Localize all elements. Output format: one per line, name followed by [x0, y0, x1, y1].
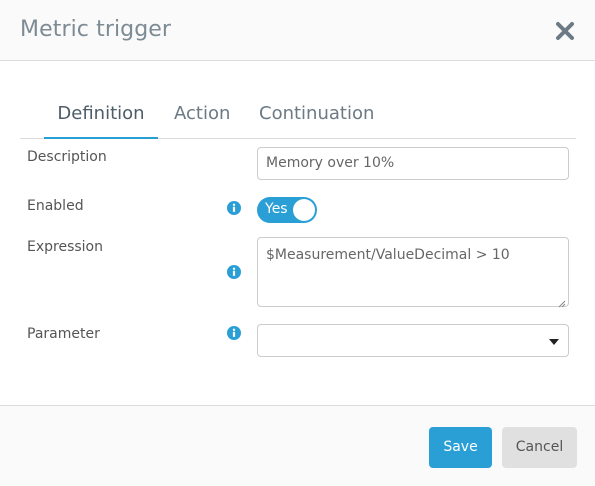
dialog-header: Metric trigger [0, 0, 595, 61]
dialog-title: Metric trigger [20, 17, 172, 42]
save-button[interactable]: Save [429, 427, 492, 468]
dialog-footer: Save Cancel [0, 405, 595, 486]
tab-action[interactable]: Action [174, 93, 230, 139]
tab-bar: Definition Action Continuation [20, 93, 576, 139]
enabled-label: Enabled [27, 198, 84, 214]
expression-value: $Measurement/ValueDecimal > 10 [266, 247, 510, 263]
enabled-toggle[interactable]: Yes [257, 197, 317, 223]
description-label: Description [27, 149, 107, 165]
info-icon[interactable] [227, 265, 241, 279]
expression-textarea[interactable]: $Measurement/ValueDecimal > 10 [257, 237, 569, 308]
close-icon[interactable] [553, 19, 577, 43]
tab-definition[interactable]: Definition [44, 93, 158, 139]
expression-label: Expression [27, 239, 103, 255]
parameter-select[interactable] [257, 324, 569, 357]
metric-trigger-dialog: Metric trigger Definition Action Continu… [0, 0, 595, 486]
cancel-button[interactable]: Cancel [502, 427, 577, 468]
toggle-knob [293, 199, 315, 221]
tab-continuation[interactable]: Continuation [259, 93, 374, 139]
resize-handle-icon[interactable] [558, 296, 566, 308]
info-icon[interactable] [227, 201, 241, 215]
description-value: Memory over 10% [266, 155, 395, 171]
toggle-label: Yes [265, 201, 288, 217]
caret-down-icon [549, 339, 559, 345]
info-icon[interactable] [227, 326, 241, 340]
parameter-label: Parameter [27, 326, 100, 342]
description-input[interactable]: Memory over 10% [257, 147, 569, 180]
